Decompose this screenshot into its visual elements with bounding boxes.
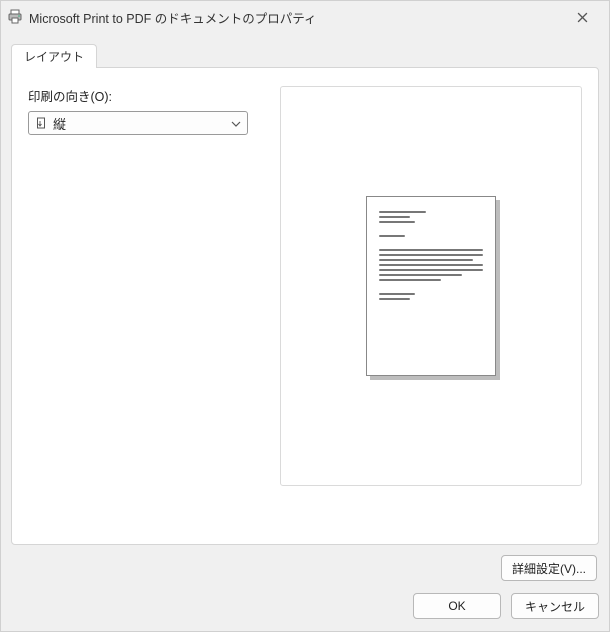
tab-panel-layout: 印刷の向き(O): 縦: [11, 67, 599, 545]
tab-layout[interactable]: レイアウト: [11, 44, 97, 68]
advanced-button[interactable]: 詳細設定(V)...: [501, 555, 597, 581]
cancel-button[interactable]: キャンセル: [511, 593, 599, 619]
dialog-footer: OK キャンセル: [1, 585, 609, 631]
printer-icon: [7, 9, 23, 25]
close-button[interactable]: [561, 3, 603, 31]
orientation-value: 縦: [53, 114, 225, 133]
orientation-combobox[interactable]: 縦: [28, 111, 248, 135]
tabbar: レイアウト: [11, 43, 599, 67]
window-title: Microsoft Print to PDF のドキュメントのプロパティ: [29, 8, 561, 27]
ok-button[interactable]: OK: [413, 593, 501, 619]
preview-page-portrait: [366, 196, 496, 376]
dialog-window: Microsoft Print to PDF のドキュメントのプロパティ レイア…: [0, 0, 610, 632]
orientation-group: 印刷の向き(O): 縦: [28, 86, 260, 526]
titlebar: Microsoft Print to PDF のドキュメントのプロパティ: [1, 1, 609, 33]
page-preview: [280, 86, 582, 486]
orientation-label: 印刷の向き(O):: [28, 86, 260, 105]
dialog-content: レイアウト 印刷の向き(O): 縦: [1, 33, 609, 585]
portrait-icon: [35, 117, 47, 129]
chevron-down-icon: [231, 116, 241, 130]
advanced-row: 詳細設定(V)...: [11, 545, 599, 585]
